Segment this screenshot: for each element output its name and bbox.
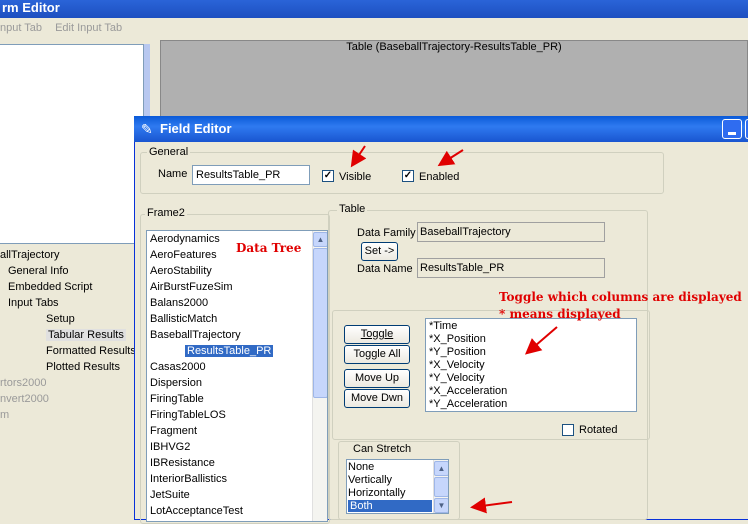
- annotation-arrows: [350, 145, 558, 514]
- arrow-to-columns: [524, 326, 558, 355]
- arrow-to-enabled: [437, 149, 464, 167]
- arrow-to-can-stretch: [470, 497, 513, 514]
- arrow-to-visible: [350, 145, 367, 168]
